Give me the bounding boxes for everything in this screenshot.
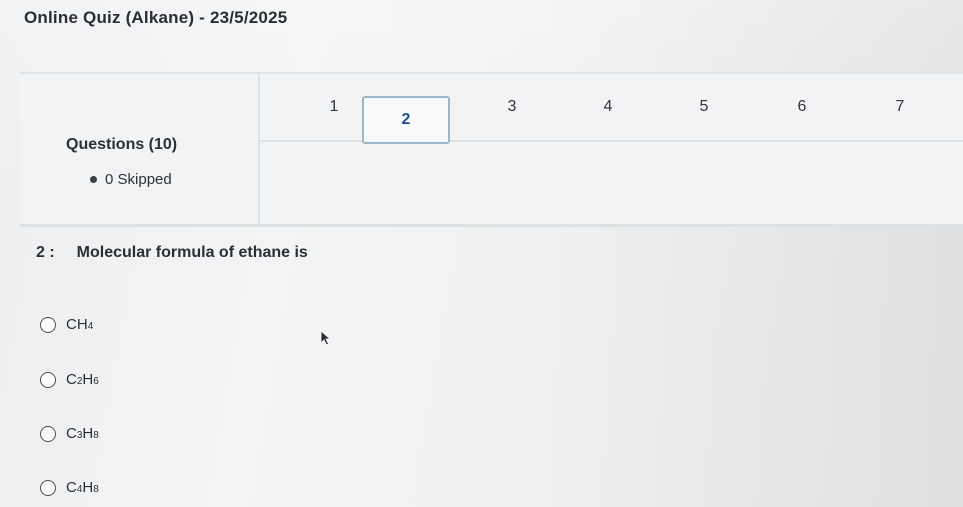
option-formula: CH4 <box>66 316 94 333</box>
question-navigator: Questions (10) 0 Skipped 1 2 3 4 5 6 7 <box>20 72 963 227</box>
question-prompt: 2 : Molecular formula of ethane is <box>36 244 308 262</box>
answer-option-c4h8[interactable]: C4H8 <box>40 479 99 496</box>
questions-summary: Questions (10) 0 Skipped <box>20 74 260 224</box>
radio-button[interactable] <box>40 316 56 333</box>
radio-button[interactable] <box>40 425 56 442</box>
question-number-label: 2 : <box>36 244 55 261</box>
bullet-icon <box>90 176 97 183</box>
skipped-label: 0 Skipped <box>105 171 172 188</box>
answer-option-ch4[interactable]: CH4 <box>40 316 93 333</box>
skipped-status: 0 Skipped <box>90 171 172 188</box>
answer-option-c2h6[interactable]: C2H6 <box>40 371 99 388</box>
radio-button[interactable] <box>40 479 56 496</box>
question-number-7[interactable]: 7 <box>880 98 920 116</box>
questions-heading: Questions (10) <box>66 136 178 153</box>
question-number-3[interactable]: 3 <box>492 98 532 116</box>
option-formula: C3H8 <box>66 425 99 442</box>
question-number-strip: 1 2 3 4 5 6 7 <box>258 74 963 144</box>
question-number-2-active[interactable]: 2 <box>362 96 450 144</box>
option-formula: C4H8 <box>66 479 99 496</box>
question-text: Molecular formula of ethane is <box>76 244 308 261</box>
question-number-4[interactable]: 4 <box>588 98 628 116</box>
question-number-1[interactable]: 1 <box>314 98 354 116</box>
question-number-6[interactable]: 6 <box>782 98 822 116</box>
answer-option-c3h8[interactable]: C3H8 <box>40 425 99 442</box>
option-formula: C2H6 <box>66 371 99 388</box>
radio-button[interactable] <box>40 371 56 388</box>
question-number-5[interactable]: 5 <box>684 98 724 116</box>
quiz-title: Online Quiz (Alkane) - 23/5/2025 <box>24 8 288 27</box>
mouse-pointer-icon <box>320 330 332 346</box>
